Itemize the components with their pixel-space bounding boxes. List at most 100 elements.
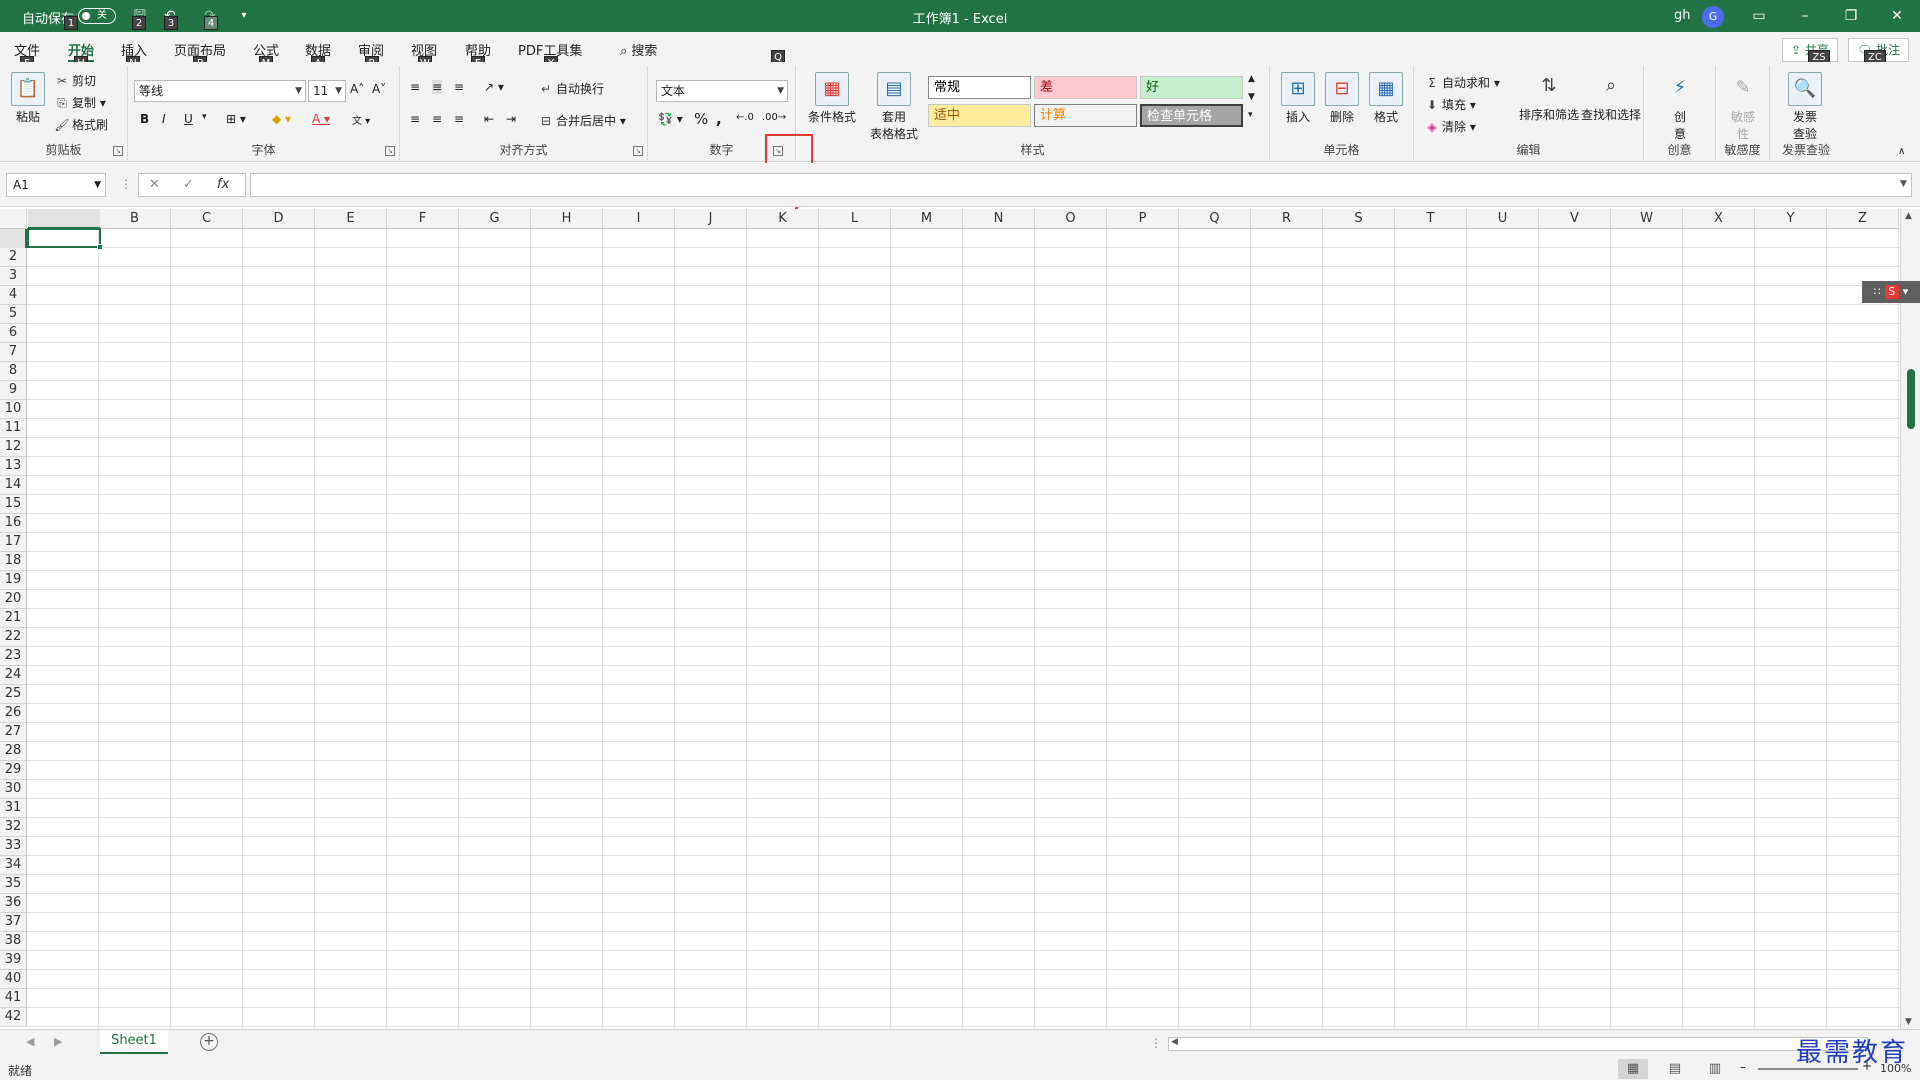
style-check-cell[interactable]: 检查单元格 — [1140, 104, 1243, 127]
column-header[interactable]: O — [1035, 209, 1107, 229]
underline-dropdown-icon[interactable]: ▾ — [202, 112, 207, 122]
row-header[interactable]: 22 — [0, 628, 27, 647]
align-middle-icon[interactable]: ≡ — [432, 80, 443, 94]
page-break-view-icon[interactable]: ▥ — [1700, 1059, 1730, 1079]
row-header[interactable]: 23 — [0, 647, 27, 666]
column-header[interactable]: Y — [1755, 209, 1827, 229]
row-header[interactable]: 19 — [0, 571, 27, 590]
row-header[interactable]: 10 — [0, 400, 27, 419]
align-top-icon[interactable]: ≡ — [410, 80, 420, 94]
font-launcher-icon[interactable]: ↘ — [385, 146, 395, 156]
sensitivity-button[interactable]: ✎ 敏感 性 — [1722, 72, 1764, 142]
font-name-select[interactable]: 等线 ▼ — [134, 80, 306, 102]
row-header[interactable]: 24 — [0, 666, 27, 685]
column-header[interactable]: I — [603, 209, 675, 229]
insert-function-icon[interactable]: fx — [217, 177, 229, 192]
wrap-text-button[interactable]: ↵ 自动换行 — [538, 80, 604, 97]
row-header[interactable]: 36 — [0, 894, 27, 913]
percent-icon[interactable]: % — [694, 110, 708, 128]
column-header[interactable]: V — [1539, 209, 1611, 229]
style-good[interactable]: 好 — [1140, 76, 1243, 99]
column-header[interactable]: X — [1683, 209, 1755, 229]
sheet-tab-sheet1[interactable]: Sheet1 — [100, 1030, 168, 1054]
row-header[interactable]: 41 — [0, 989, 27, 1008]
autosave-toggle[interactable]: 关 — [78, 8, 116, 24]
column-header[interactable]: E — [315, 209, 387, 229]
confirm-entry-icon[interactable]: ✓ — [183, 177, 194, 192]
row-header[interactable]: 38 — [0, 932, 27, 951]
row-header[interactable]: 29 — [0, 761, 27, 780]
fill-handle[interactable] — [97, 244, 103, 250]
orientation-icon[interactable]: ↗ ▾ — [484, 80, 504, 94]
format-as-table-button[interactable]: ▤ 套用 表格格式 — [864, 72, 924, 142]
column-header[interactable]: M — [891, 209, 963, 229]
ribbon-display-icon[interactable]: ▭ — [1736, 0, 1782, 32]
page-layout-view-icon[interactable]: ▤ — [1660, 1059, 1690, 1079]
column-header[interactable]: T — [1395, 209, 1467, 229]
cancel-entry-icon[interactable]: ✕ — [149, 177, 160, 192]
column-header[interactable]: F — [387, 209, 459, 229]
ime-toolbar[interactable]: ∷ S ▾ — [1862, 281, 1920, 303]
styles-more-icon[interactable]: ▾ — [1248, 110, 1253, 120]
row-header[interactable]: 40 — [0, 970, 27, 989]
column-header[interactable]: B — [99, 209, 171, 229]
column-header[interactable]: R — [1251, 209, 1323, 229]
row-header[interactable]: 26 — [0, 704, 27, 723]
scroll-down-icon[interactable]: ▼ — [1905, 1017, 1912, 1027]
row-header[interactable]: 39 — [0, 951, 27, 970]
invoice-check-button[interactable]: 🔍 发票 查验 — [1782, 72, 1828, 142]
row-header[interactable]: 15 — [0, 495, 27, 514]
cut-button[interactable]: ✂ 剪切 — [54, 72, 96, 89]
format-painter-button[interactable]: 🖌 格式刷 — [54, 116, 108, 133]
row-header[interactable]: 20 — [0, 590, 27, 609]
row-header[interactable]: 28 — [0, 742, 27, 761]
paste-button[interactable]: 📋 粘贴 — [10, 72, 46, 125]
row-header[interactable]: 9 — [0, 381, 27, 400]
align-bottom-icon[interactable]: ≡ — [454, 80, 464, 94]
row-header[interactable]: 12 — [0, 438, 27, 457]
row-header[interactable]: 8 — [0, 362, 27, 381]
font-size-select[interactable]: 11 ▼ — [308, 80, 346, 102]
autosum-button[interactable]: Σ 自动求和 ▾ — [1424, 74, 1500, 91]
row-header[interactable]: 16 — [0, 514, 27, 533]
row-header[interactable]: 34 — [0, 856, 27, 875]
expand-formula-bar-icon[interactable]: ▼ — [1900, 179, 1907, 189]
column-header[interactable]: U — [1467, 209, 1539, 229]
vertical-scrollbar[interactable]: ▲ ▼ — [1900, 209, 1920, 1029]
row-header[interactable]: 31 — [0, 799, 27, 818]
row-header[interactable]: 5 — [0, 305, 27, 324]
row-header[interactable]: 6 — [0, 324, 27, 343]
ideas-button[interactable]: ⚡ 创 意 — [1662, 72, 1698, 142]
row-header[interactable]: 18 — [0, 552, 27, 571]
comma-style-icon[interactable]: , — [716, 110, 722, 128]
column-header[interactable]: J — [675, 209, 747, 229]
column-header[interactable]: D — [243, 209, 315, 229]
decrease-font-icon[interactable]: A˅ — [372, 82, 386, 96]
clipboard-launcher-icon[interactable]: ↘ — [113, 146, 123, 156]
underline-button[interactable]: U — [184, 112, 193, 126]
selected-cell-a1[interactable] — [27, 228, 103, 250]
fill-button[interactable]: ⬇ 填充 ▾ — [1424, 96, 1476, 113]
row-header[interactable]: 17 — [0, 533, 27, 552]
formula-input[interactable] — [250, 173, 1912, 197]
find-select-button[interactable]: ⌕ 查找和选择 — [1580, 70, 1642, 123]
clear-button[interactable]: ◈ 清除 ▾ — [1424, 118, 1475, 135]
sort-filter-button[interactable]: ⇅ 排序和筛选 — [1518, 70, 1580, 123]
scroll-left-icon[interactable]: ◀ — [1171, 1037, 1178, 1047]
conditional-format-button[interactable]: ▦ 条件格式 — [806, 72, 858, 125]
scroll-up-icon[interactable]: ▲ — [1905, 211, 1912, 221]
prev-sheet-icon[interactable]: ◀ — [26, 1035, 34, 1048]
style-calculation[interactable]: 计算 — [1034, 104, 1137, 127]
bold-button[interactable]: B — [140, 112, 149, 126]
close-icon[interactable]: ✕ — [1874, 0, 1920, 32]
column-header[interactable]: K — [747, 209, 819, 229]
collapse-ribbon-icon[interactable]: ∧ — [1898, 146, 1905, 157]
avatar[interactable]: G — [1702, 6, 1724, 28]
column-header[interactable]: Q — [1179, 209, 1251, 229]
scroll-thumb[interactable] — [1907, 369, 1915, 429]
style-normal[interactable]: 常规 — [928, 76, 1031, 99]
normal-view-icon[interactable]: ▦ — [1618, 1059, 1648, 1079]
row-header[interactable]: 42 — [0, 1008, 27, 1027]
styles-scroll-down-icon[interactable]: ▼ — [1248, 92, 1255, 102]
increase-font-icon[interactable]: A˄ — [350, 82, 364, 96]
